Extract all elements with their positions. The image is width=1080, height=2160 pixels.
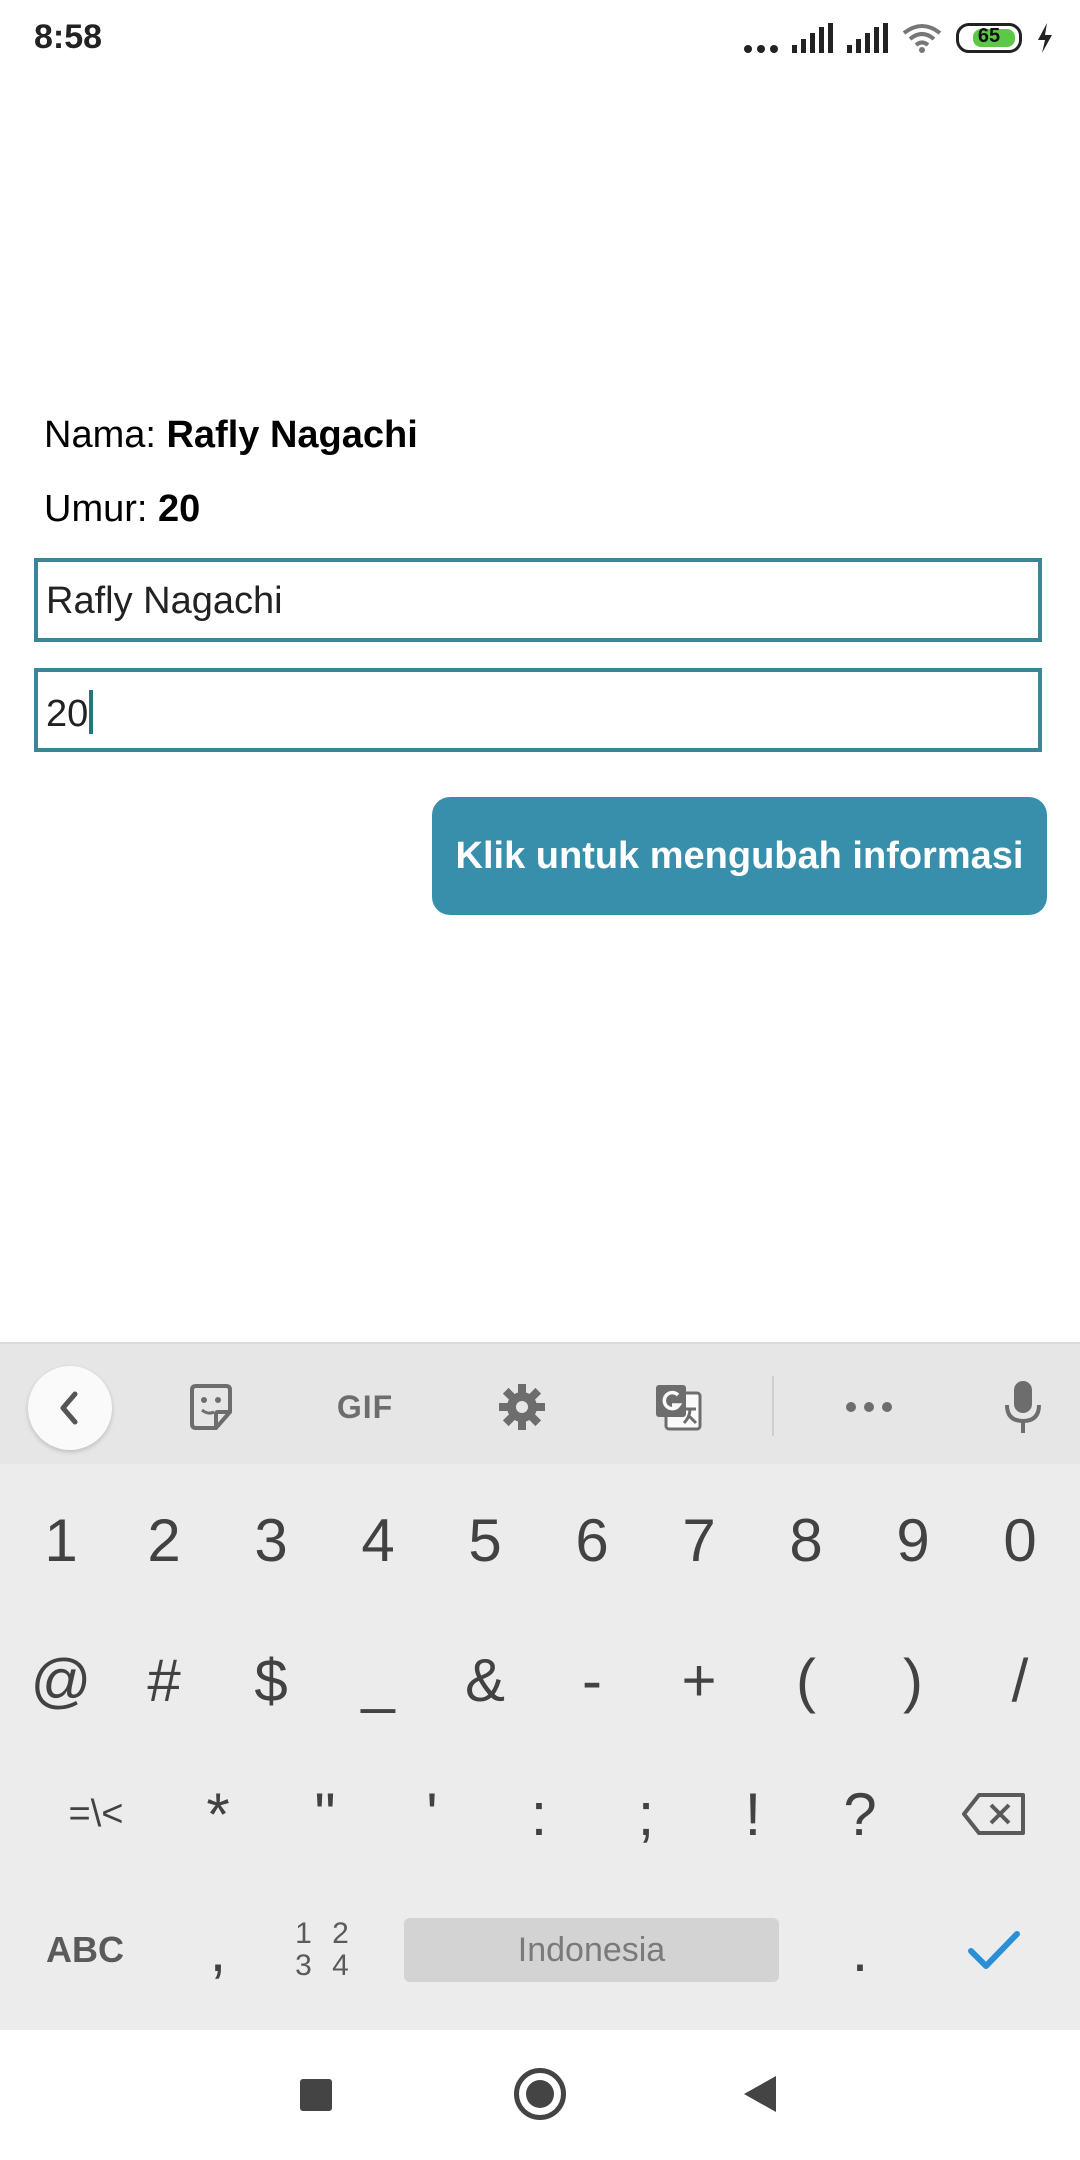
- age-input[interactable]: 20: [34, 668, 1042, 752]
- battery-level: 65: [977, 25, 1001, 47]
- key-2[interactable]: 2: [114, 1480, 214, 1600]
- more-icon[interactable]: [841, 1379, 897, 1435]
- key-8[interactable]: 8: [756, 1480, 856, 1600]
- key-period[interactable]: .: [810, 1890, 910, 2010]
- numpad-line-1: 1 2: [295, 1917, 355, 1950]
- key-at[interactable]: @: [11, 1620, 111, 1740]
- status-time: 8:58: [34, 18, 103, 56]
- navigation-bar: [0, 2030, 1080, 2160]
- key-4[interactable]: 4: [328, 1480, 428, 1600]
- key-3[interactable]: 3: [221, 1480, 321, 1600]
- age-display: Umur: 20: [44, 488, 200, 531]
- text-caret: [89, 690, 94, 734]
- key-dollar[interactable]: $: [221, 1620, 321, 1740]
- key-minus[interactable]: -: [542, 1620, 642, 1740]
- key-hash[interactable]: #: [114, 1620, 214, 1740]
- status-icons: 65: [744, 18, 1054, 58]
- back-icon[interactable]: [28, 1366, 112, 1450]
- signal-icon: [792, 23, 833, 53]
- key-underscore[interactable]: _: [328, 1620, 428, 1740]
- translate-icon[interactable]: [650, 1379, 706, 1435]
- keyboard: GIF 1 2 3 4 5 6 7 8 9 0 @ # $ _ & - + (…: [0, 1342, 1080, 2030]
- check-icon: [968, 1931, 1020, 1969]
- numpad-toggle-key[interactable]: 1 2 3 4: [275, 1890, 375, 2010]
- key-slash[interactable]: /: [970, 1620, 1070, 1740]
- key-more-symbols[interactable]: =\<: [36, 1754, 156, 1874]
- toolbar-divider: [772, 1376, 774, 1436]
- key-double-quote[interactable]: ": [275, 1754, 375, 1874]
- numpad-line-2: 3 4: [295, 1949, 355, 1982]
- backspace-icon: [962, 1793, 1025, 1835]
- age-input-value: 20: [46, 693, 89, 735]
- key-9[interactable]: 9: [863, 1480, 963, 1600]
- battery-icon: 65: [956, 23, 1022, 53]
- space-key[interactable]: Indonesia: [404, 1918, 779, 1982]
- update-info-button[interactable]: Klik untuk mengubah informasi: [432, 797, 1047, 915]
- status-bar: 8:58 65: [0, 0, 1080, 78]
- key-single-quote[interactable]: ': [382, 1754, 482, 1874]
- wifi-icon: [902, 24, 942, 53]
- key-7[interactable]: 7: [649, 1480, 749, 1600]
- more-dots-icon: [744, 23, 778, 53]
- name-value: Rafly Nagachi: [166, 414, 418, 456]
- key-open-paren[interactable]: (: [756, 1620, 856, 1740]
- key-ampersand[interactable]: &: [435, 1620, 535, 1740]
- name-display: Nama: Rafly Nagachi: [44, 414, 418, 457]
- key-plus[interactable]: +: [649, 1620, 749, 1740]
- age-label: Umur:: [44, 488, 158, 530]
- mic-icon[interactable]: [995, 1379, 1051, 1435]
- name-label: Nama:: [44, 414, 167, 456]
- key-comma[interactable]: ,: [168, 1890, 268, 2010]
- key-semicolon[interactable]: ;: [596, 1754, 696, 1874]
- key-close-paren[interactable]: ): [863, 1620, 963, 1740]
- keyboard-toolbar: GIF: [0, 1342, 1080, 1464]
- key-5[interactable]: 5: [435, 1480, 535, 1600]
- key-6[interactable]: 6: [542, 1480, 642, 1600]
- gif-icon[interactable]: GIF: [330, 1379, 400, 1435]
- key-exclamation[interactable]: !: [703, 1754, 803, 1874]
- sticker-icon[interactable]: [183, 1379, 239, 1435]
- abc-key[interactable]: ABC: [20, 1890, 150, 2010]
- name-input-value: Rafly Nagachi: [46, 580, 283, 622]
- recents-icon[interactable]: [300, 2079, 332, 2111]
- charging-icon: [1038, 23, 1052, 53]
- age-input-text: 20: [46, 690, 94, 736]
- key-1[interactable]: 1: [11, 1480, 111, 1600]
- done-key[interactable]: [944, 1890, 1044, 2010]
- home-icon[interactable]: [514, 2068, 566, 2120]
- backspace-key[interactable]: [944, 1754, 1044, 1874]
- key-colon[interactable]: :: [489, 1754, 589, 1874]
- key-question[interactable]: ?: [810, 1754, 910, 1874]
- gif-label: GIF: [336, 1388, 394, 1425]
- key-asterisk[interactable]: *: [168, 1754, 268, 1874]
- key-0[interactable]: 0: [970, 1480, 1070, 1600]
- signal-icon: [847, 23, 888, 53]
- settings-icon[interactable]: [494, 1379, 550, 1435]
- back-nav-icon[interactable]: [744, 2076, 776, 2112]
- name-input[interactable]: Rafly Nagachi: [34, 558, 1042, 642]
- age-value: 20: [158, 488, 201, 530]
